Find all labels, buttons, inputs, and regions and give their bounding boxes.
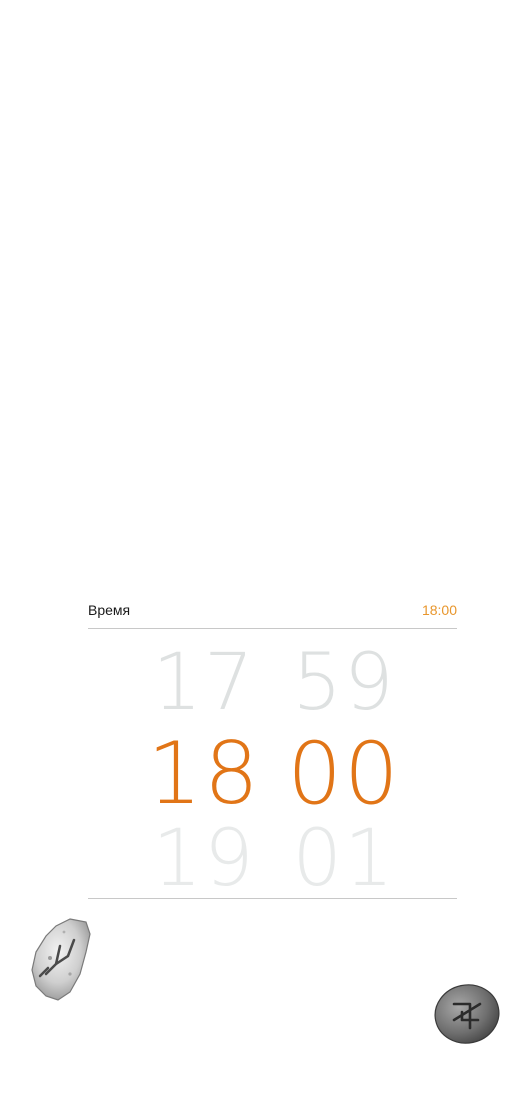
time-row[interactable]: Время 18:00 <box>88 598 457 629</box>
minutes-column[interactable]: 59 00 01 <box>274 632 414 898</box>
rune-stone-right-icon[interactable] <box>432 982 502 1046</box>
hour-current[interactable]: 18 <box>134 724 274 824</box>
time-label: Время <box>88 602 131 618</box>
hour-prev[interactable]: 17 <box>134 638 274 728</box>
time-picker[interactable]: 17 18 19 59 00 01 <box>88 632 457 899</box>
rune-stone-left-graphic <box>31 918 91 1001</box>
minute-prev[interactable]: 59 <box>274 638 414 728</box>
minute-next[interactable]: 01 <box>274 814 414 898</box>
hour-next[interactable]: 19 <box>134 814 274 898</box>
minute-current[interactable]: 00 <box>274 724 414 824</box>
rune-stone-left-icon[interactable] <box>30 916 94 1004</box>
hours-column[interactable]: 17 18 19 <box>134 632 274 898</box>
rune-stone-right-graphic <box>434 984 500 1044</box>
time-value: 18:00 <box>421 602 457 618</box>
